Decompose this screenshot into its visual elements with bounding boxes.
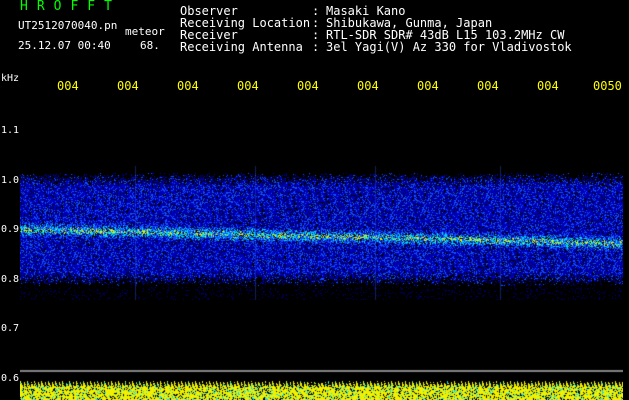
freq-tick: 0.9 bbox=[1, 224, 20, 235]
antenna-separator: : bbox=[312, 40, 320, 54]
freq-tick: 1.0 bbox=[1, 175, 20, 186]
antenna-label: Receiving Antenna bbox=[180, 40, 303, 54]
timestamp: 25.12.07 00:40 bbox=[18, 39, 111, 52]
spectrogram-plot bbox=[20, 98, 623, 400]
freq-tick: 0.6 bbox=[1, 373, 20, 384]
time-tick: 004 bbox=[417, 79, 439, 93]
time-tick: 004 bbox=[177, 79, 199, 93]
time-tick: 004 bbox=[117, 79, 139, 93]
time-tick: 004 bbox=[477, 79, 499, 93]
antenna-value: 3el Yagi(V) Az 330 for Vladivostok bbox=[326, 40, 572, 54]
freq-tick: 0.7 bbox=[1, 323, 20, 334]
file-name: UT2512070040.pn bbox=[18, 19, 118, 32]
hrofft-window: HROFFT UT2512070040.pn meteor 25.12.07 0… bbox=[0, 0, 629, 400]
frequency-unit-label: kHz bbox=[1, 73, 20, 84]
freq-tick: 1.1 bbox=[1, 125, 20, 136]
time-tick: 004 bbox=[357, 79, 379, 93]
time-tick: 004 bbox=[537, 79, 559, 93]
meteor-count: 68. bbox=[140, 39, 160, 52]
time-tick: 004 bbox=[297, 79, 319, 93]
meteor-label: meteor bbox=[125, 25, 165, 38]
time-tick: 004 bbox=[237, 79, 259, 93]
time-tick: 0050 bbox=[593, 79, 622, 93]
freq-tick: 0.8 bbox=[1, 274, 20, 285]
time-tick: 004 bbox=[57, 79, 79, 93]
app-title: HROFFT bbox=[20, 0, 121, 14]
